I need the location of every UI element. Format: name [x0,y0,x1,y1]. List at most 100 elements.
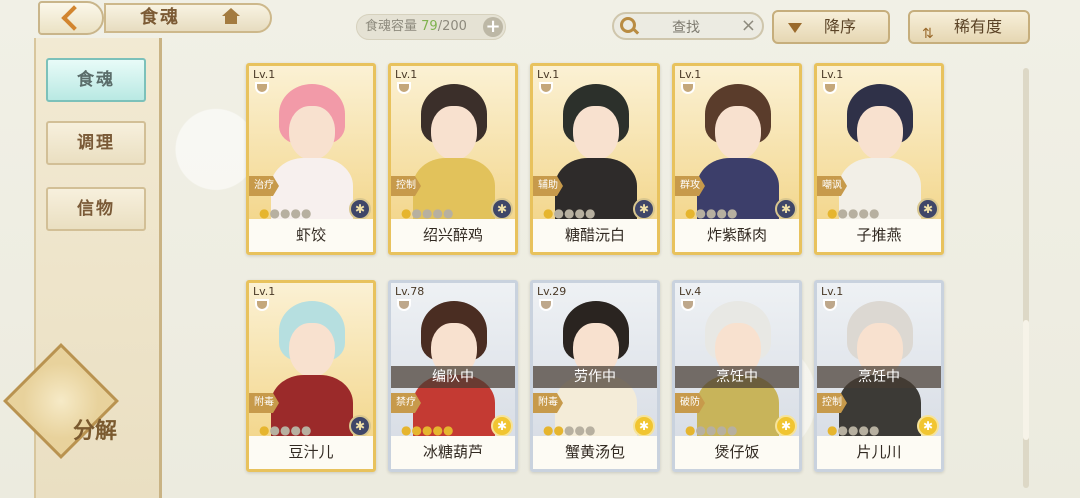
sort-by-button[interactable]: ⇅ 稀有度 [908,10,1030,44]
star-icon: ● [827,423,838,437]
character-name: 冰糖葫芦 [391,436,515,469]
star-icon: ● [584,423,596,437]
page-title-text: 食魂 [140,7,180,28]
star-icon: ● [401,423,412,437]
sidebar-item-tokens[interactable]: 信物 [46,187,146,231]
rarity-medal-icon: ✱ [633,198,655,220]
star-icon: ● [290,423,301,437]
food-soul-card[interactable]: Lv.1 嘲讽 ●●●●● ✱ 子推燕 [814,63,944,255]
rarity-medal-icon: ✱ [917,415,939,437]
rarity-medal-icon: ✱ [349,198,371,220]
rarity-medal-icon: ✱ [917,198,939,220]
food-soul-card[interactable]: Lv.29 附毒 劳作中 ●●●●● ✱ 蟹黄汤包 [530,280,660,472]
food-soul-card[interactable]: Lv.1 附毒 ●●●●● ✱ 豆汁儿 [246,280,376,472]
bowl-icon [681,299,695,311]
star-rating: ●●●●● [827,206,879,220]
character-name: 子推燕 [817,219,941,252]
capacity-label: 食魂容量 [365,19,418,34]
rarity-medal-icon: ✱ [775,198,797,220]
add-capacity-button[interactable]: + [483,17,503,37]
character-name: 煲仔饭 [675,436,799,469]
star-icon: ● [685,423,696,437]
star-rating: ●●●●● [543,423,595,437]
food-soul-card[interactable]: Lv.1 控制 ●●●●● ✱ 绍兴醉鸡 [388,63,518,255]
star-icon: ● [584,206,596,220]
character-portrait: Lv.1 群攻 ●●●●● ✱ [675,66,799,228]
sidebar-item-label: 食魂 [77,70,115,90]
star-icon: ● [269,423,280,437]
star-icon: ● [401,206,412,220]
bowl-icon [539,82,553,94]
star-rating: ●●●●● [685,423,737,437]
role-badge: 破防 [675,393,705,413]
star-icon: ● [695,423,706,437]
star-icon: ● [543,206,554,220]
sort-order-label: 降序 [824,17,857,36]
star-icon: ● [858,206,869,220]
food-soul-card[interactable]: Lv.1 辅助 ●●●●● ✱ 糖醋沅白 [530,63,660,255]
star-icon: ● [574,423,585,437]
decompose-label: 分解 [72,419,117,444]
character-portrait: Lv.1 附毒 ●●●●● ✱ [249,283,373,445]
sort-by-label: 稀有度 [954,17,1003,36]
food-soul-card[interactable]: Lv.4 破防 烹饪中 ●●●●● ✱ 煲仔饭 [672,280,802,472]
bowl-icon [255,82,269,94]
rarity-medal-icon: ✱ [633,415,655,437]
food-soul-card[interactable]: Lv.78 禁疗 编队中 ●●●●● ✱ 冰糖葫芦 [388,280,518,472]
top-bar: 食魂 [0,0,300,38]
star-icon: ● [847,206,859,220]
character-name: 片儿川 [817,436,941,469]
star-icon: ● [837,206,848,220]
capacity-max: /200 [437,19,467,34]
level-label: Lv.29 [537,285,567,298]
status-banner: 烹饪中 [675,366,799,388]
back-button[interactable] [38,1,104,35]
star-icon: ● [421,206,433,220]
sidebar-item-conditioning[interactable]: 调理 [46,121,146,165]
star-icon: ● [279,423,291,437]
bowl-icon [823,299,837,311]
star-rating: ●●●●● [259,206,311,220]
status-banner: 烹饪中 [817,366,941,388]
character-portrait: Lv.1 治疗 ●●●●● ✱ [249,66,373,228]
bowl-icon [397,82,411,94]
star-icon: ● [432,206,443,220]
food-soul-card[interactable]: Lv.1 控制 烹饪中 ●●●●● ✱ 片儿川 [814,280,944,472]
star-icon: ● [259,206,270,220]
home-icon[interactable] [220,8,242,26]
food-soul-card[interactable]: Lv.1 治疗 ●●●●● ✱ 虾饺 [246,63,376,255]
character-name: 蟹黄汤包 [533,436,657,469]
clear-search-button[interactable]: × [741,15,756,36]
star-rating: ●●●●● [543,206,595,220]
level-label: Lv.78 [395,285,425,298]
character-name: 糖醋沅白 [533,219,657,252]
rarity-medal-icon: ✱ [491,415,513,437]
scrollbar[interactable] [1023,68,1029,488]
role-badge: 群攻 [675,176,705,196]
character-portrait: Lv.1 嘲讽 ●●●●● ✱ [817,66,941,228]
star-icon: ● [421,423,433,437]
search-icon [620,17,636,33]
star-icon: ● [705,423,717,437]
character-portrait: Lv.1 控制 烹饪中 ●●●●● ✱ [817,283,941,445]
character-name: 炸紫酥肉 [675,219,799,252]
sort-order-button[interactable]: 降序 [772,10,890,44]
star-icon: ● [837,423,848,437]
chevron-left-icon [61,5,87,31]
star-icon: ● [827,206,838,220]
star-icon: ● [868,423,880,437]
sidebar-item-food-souls[interactable]: 食魂 [46,58,146,102]
rarity-medal-icon: ✱ [491,198,513,220]
bowl-icon [539,299,553,311]
scroll-thumb[interactable] [1023,320,1029,440]
role-badge: 辅助 [533,176,563,196]
bowl-icon [255,299,269,311]
search-input[interactable]: 查找 × [612,12,764,40]
star-icon: ● [442,423,454,437]
level-label: Lv.1 [537,68,560,81]
star-icon: ● [563,423,575,437]
search-placeholder: 查找 [672,20,700,36]
capacity-current: 79 [421,19,438,34]
star-icon: ● [300,423,312,437]
food-soul-card[interactable]: Lv.1 群攻 ●●●●● ✱ 炸紫酥肉 [672,63,802,255]
